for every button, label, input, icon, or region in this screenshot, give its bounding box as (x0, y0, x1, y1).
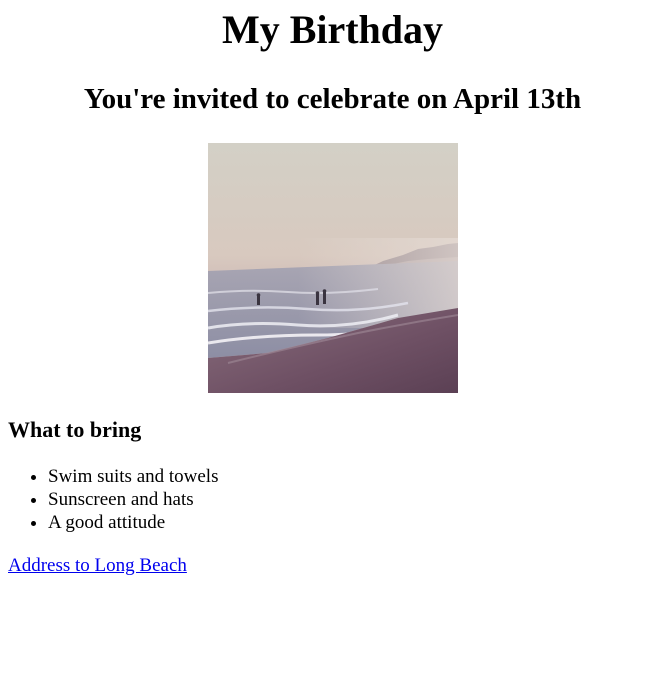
invitation-subtitle: You're invited to celebrate on April 13t… (83, 83, 582, 115)
page-title: My Birthday (221, 7, 444, 52)
address-link[interactable]: Address to Long Beach (8, 555, 187, 576)
list-item: Swim suits and towels (48, 465, 657, 488)
address-link-container: Address to Long Beach (8, 554, 657, 577)
beach-photo-container (8, 143, 657, 393)
beach-photo (207, 143, 458, 393)
page: My Birthday You're invited to celebrate … (0, 0, 665, 577)
what-to-bring-heading: What to bring (8, 417, 142, 442)
list-item: A good attitude (48, 511, 657, 534)
list-item: Sunscreen and hats (48, 488, 657, 511)
bring-list: Swim suits and towels Sunscreen and hats… (8, 465, 657, 534)
